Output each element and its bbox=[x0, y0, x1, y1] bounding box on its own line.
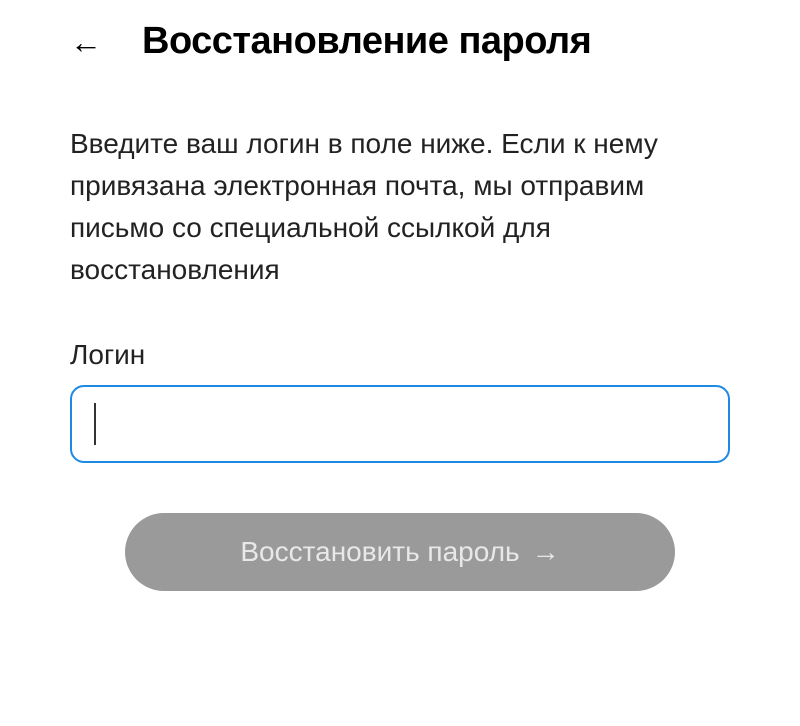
submit-button-label: Восстановить пароль bbox=[240, 536, 519, 568]
recover-password-button[interactable]: Восстановить пароль → bbox=[125, 513, 675, 591]
page-title: Восстановление пароля bbox=[142, 20, 591, 63]
password-recovery-screen: ← Восстановление пароля Введите ваш логи… bbox=[0, 0, 800, 611]
header: ← Восстановление пароля bbox=[70, 20, 730, 63]
login-input[interactable] bbox=[70, 385, 730, 463]
login-label: Логин bbox=[70, 339, 730, 371]
arrow-right-icon: → bbox=[532, 536, 560, 568]
back-arrow-icon[interactable]: ← bbox=[70, 26, 102, 58]
login-input-wrapper bbox=[70, 385, 730, 463]
description-text: Введите ваш логин в поле ниже. Если к не… bbox=[70, 123, 730, 291]
